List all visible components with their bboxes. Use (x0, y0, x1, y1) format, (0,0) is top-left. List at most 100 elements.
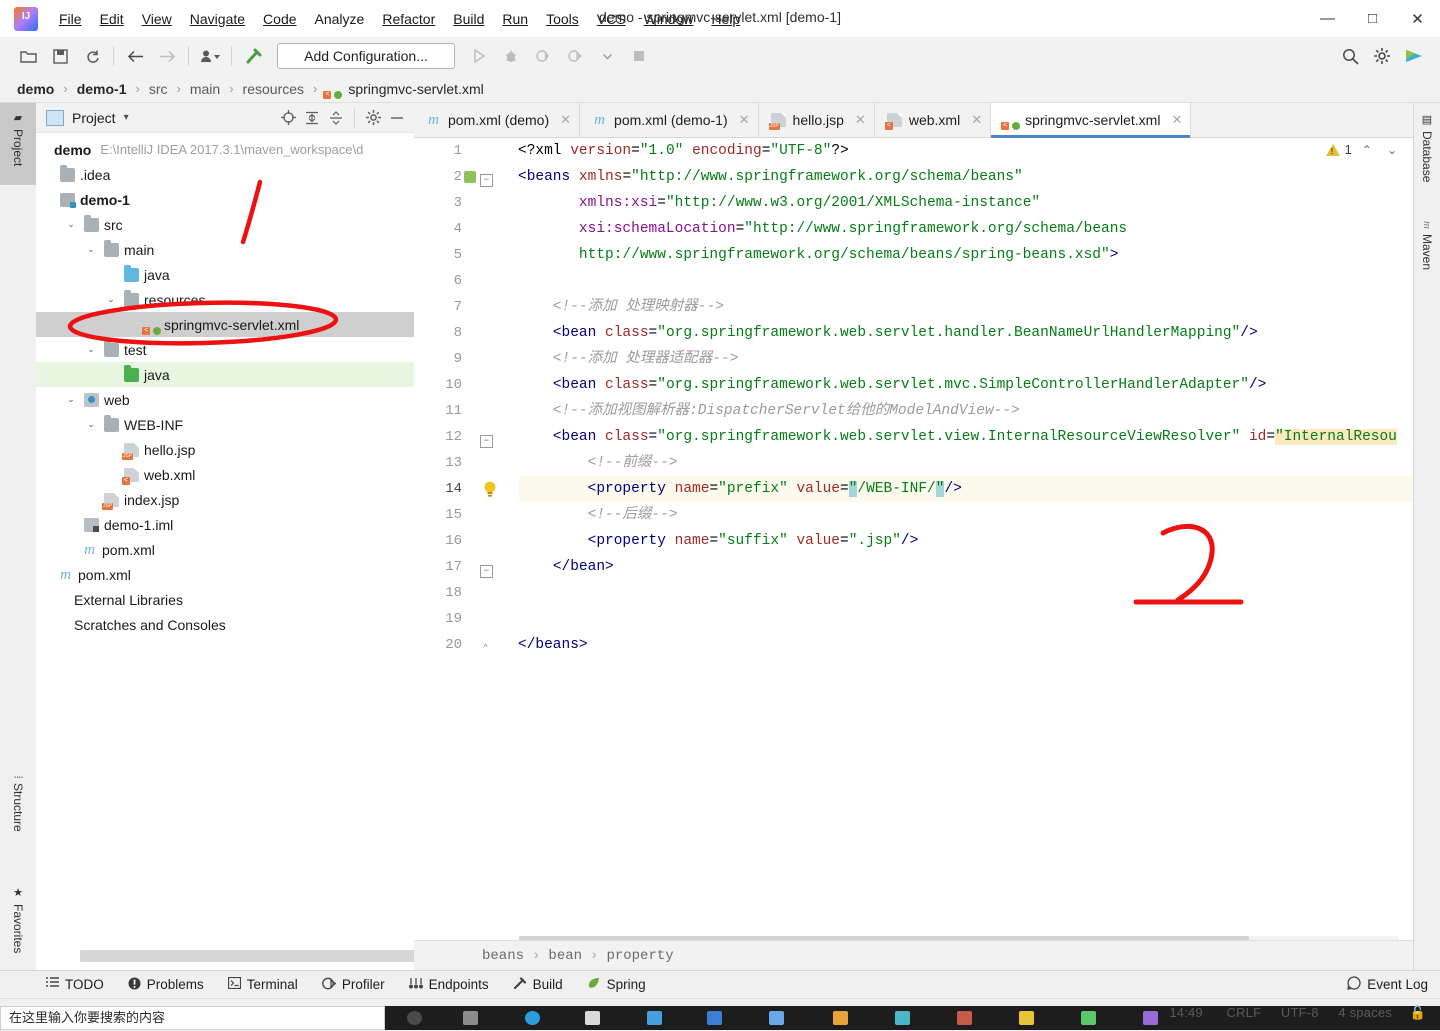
bottom-item-problems[interactable]: Problems (128, 977, 204, 993)
gear-icon[interactable] (362, 107, 384, 129)
tree-item-external-libraries[interactable]: External Libraries (36, 587, 414, 612)
taskbar-app-6-icon[interactable] (1019, 1011, 1034, 1025)
maximize-button[interactable]: □ (1350, 0, 1395, 37)
chevron-down-icon[interactable]: ⌄ (84, 244, 98, 255)
hide-panel-icon[interactable] (386, 107, 408, 129)
close-icon[interactable]: ✕ (739, 112, 750, 128)
bottom-item-todo[interactable]: TODO (46, 977, 104, 992)
tree-item-web[interactable]: ⌄ web (36, 387, 414, 412)
editor-text-content[interactable]: <?xml version="1.0" encoding="UTF-8"?> <… (518, 138, 1440, 949)
back-arrow-icon[interactable] (121, 43, 149, 69)
close-icon[interactable]: ✕ (560, 112, 571, 128)
tree-item-web-xml[interactable]: web.xml (36, 462, 414, 487)
chevron-down-icon[interactable]: ⌄ (84, 419, 98, 430)
project-panel-hscrollbar[interactable] (80, 950, 414, 962)
tab-pom-xml-demo-1[interactable]: m pom.xml (demo-1) ✕ (580, 103, 759, 137)
taskbar-cortana-icon[interactable] (407, 1011, 422, 1025)
taskbar-app-8-icon[interactable] (1143, 1011, 1158, 1025)
fold-marker-line20[interactable]: ^ (480, 643, 491, 654)
fold-marker-line17[interactable]: − (480, 565, 493, 578)
inspection-widget[interactable]: 1 ⌃ ⌄ (1325, 142, 1402, 157)
lock-icon[interactable]: 🔓 (1410, 1005, 1426, 1020)
code-editor[interactable]: 1 2 3 4 5 6 7 8 9 10 11 12 13 14 15 16 1… (414, 138, 1440, 949)
run-icon[interactable] (465, 43, 493, 69)
forward-arrow-icon[interactable] (153, 43, 181, 69)
editor-breadcrumb-property[interactable]: property (606, 948, 673, 964)
tree-item-demo-1-iml[interactable]: demo-1.iml (36, 512, 414, 537)
close-icon[interactable]: ✕ (971, 112, 982, 128)
tree-item-pom-xml-module[interactable]: m pom.xml (36, 537, 414, 562)
tab-hello-jsp[interactable]: hello.jsp ✕ (758, 103, 875, 137)
chevron-down-icon[interactable]: ⌄ (84, 344, 98, 355)
tree-item-springmvc-servlet-xml[interactable]: springmvc-servlet.xml (36, 312, 414, 337)
menu-analyze[interactable]: Analyze (306, 7, 374, 31)
chevron-down-icon[interactable]: ⌄ (104, 294, 118, 305)
bottom-item-endpoints[interactable]: Endpoints (408, 977, 489, 993)
taskbar-store-icon[interactable] (585, 1011, 600, 1025)
select-opened-file-icon[interactable] (277, 107, 299, 129)
tree-item-src[interactable]: ⌄ src (36, 212, 414, 237)
tree-item-idea[interactable]: .idea (36, 162, 414, 187)
taskbar-app-7-icon[interactable] (1081, 1011, 1096, 1025)
tab-web-xml[interactable]: web.xml ✕ (874, 103, 992, 137)
status-encoding[interactable]: UTF-8 (1281, 1005, 1319, 1020)
breadcrumb-main[interactable]: main (187, 80, 223, 98)
chevron-down-icon[interactable]: ⌄ (64, 394, 78, 405)
menu-window[interactable]: Window (635, 7, 703, 31)
run-with-coverage-icon[interactable] (529, 43, 557, 69)
windows-search-input[interactable]: 在这里输入你要搜索的内容 (0, 1006, 385, 1030)
breadcrumb-src[interactable]: src (146, 80, 171, 98)
tree-item-index-jsp[interactable]: index.jsp (36, 487, 414, 512)
tree-item-pom-xml-root[interactable]: m pom.xml (36, 562, 414, 587)
profile-icon[interactable] (561, 43, 589, 69)
menu-run[interactable]: Run (493, 7, 537, 31)
menu-view[interactable]: View (133, 7, 181, 31)
expand-all-icon[interactable] (301, 107, 323, 129)
build-hammer-icon[interactable] (239, 43, 267, 69)
menu-vcs[interactable]: VCS (588, 7, 635, 31)
bottom-item-spring[interactable]: Spring (587, 977, 646, 993)
taskbar-app-4-icon[interactable] (895, 1011, 910, 1025)
open-folder-icon[interactable] (14, 43, 42, 69)
intention-bulb-icon[interactable] (482, 480, 498, 498)
tree-item-resources[interactable]: ⌄ resources (36, 287, 414, 312)
taskbar-edge-icon[interactable] (525, 1011, 540, 1025)
ide-help-icon[interactable] (1400, 43, 1428, 69)
tree-item-main[interactable]: ⌄ main (36, 237, 414, 262)
menu-navigate[interactable]: Navigate (181, 7, 254, 31)
sidebar-item-structure[interactable]: ⦙ Structure (0, 768, 36, 860)
gear-icon[interactable] (1368, 43, 1396, 69)
sidebar-item-database[interactable]: ▤ Database (1414, 107, 1440, 207)
status-line-separator[interactable]: CRLF (1227, 1005, 1262, 1020)
chevron-down-icon[interactable]: ▾ (124, 112, 129, 123)
taskbar-app-2-icon[interactable] (769, 1011, 784, 1025)
vcs-update-icon[interactable] (196, 43, 224, 69)
chevron-down-icon[interactable] (593, 43, 621, 69)
menu-help[interactable]: Help (702, 7, 749, 31)
close-icon[interactable]: ✕ (1171, 112, 1182, 128)
sidebar-item-favorites[interactable]: ★ Favorites (0, 878, 36, 968)
breadcrumb-demo-1[interactable]: demo-1 (74, 80, 130, 98)
status-indent[interactable]: 4 spaces (1338, 1005, 1392, 1020)
fold-marker-line12[interactable]: − (480, 435, 493, 448)
event-log-button[interactable]: Event Log (1347, 976, 1428, 993)
tree-item-demo-1[interactable]: demo-1 (36, 187, 414, 212)
collapse-all-icon[interactable] (325, 107, 347, 129)
save-icon[interactable] (46, 43, 74, 69)
breadcrumb-springmvc-servlet-xml[interactable]: springmvc-servlet.xml (345, 80, 486, 98)
bottom-item-terminal[interactable]: Terminal (227, 976, 298, 992)
debug-icon[interactable] (497, 43, 525, 69)
tree-item-scratches-and-consoles[interactable]: Scratches and Consoles (36, 612, 414, 637)
chevron-down-icon[interactable]: ⌄ (64, 219, 78, 230)
add-configuration-button[interactable]: Add Configuration... (277, 43, 455, 69)
close-button[interactable]: ✕ (1395, 0, 1440, 37)
editor-breadcrumb-bean[interactable]: bean (548, 948, 582, 964)
next-problem-icon[interactable]: ⌄ (1382, 143, 1402, 157)
breadcrumb-demo[interactable]: demo (14, 80, 57, 98)
stop-icon[interactable] (625, 43, 653, 69)
taskbar-app-3-icon[interactable] (833, 1011, 848, 1025)
bottom-item-profiler[interactable]: Profiler (321, 977, 385, 993)
editor-breadcrumb-beans[interactable]: beans (482, 948, 524, 964)
menu-code[interactable]: Code (254, 7, 305, 31)
menu-edit[interactable]: Edit (91, 7, 133, 31)
